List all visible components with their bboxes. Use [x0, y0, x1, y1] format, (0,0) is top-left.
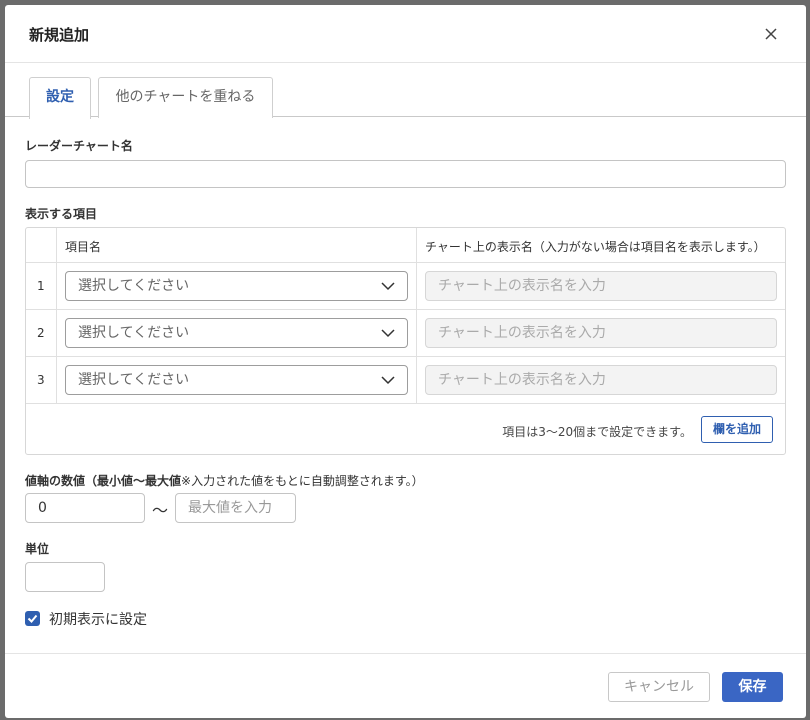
tab-overlay-chart[interactable]: 他のチャートを重ねる: [98, 77, 273, 118]
items-table: 項目名 チャート上の表示名（入力がない場合は項目名を表示します。） 1 選択して…: [25, 227, 786, 455]
modal-footer: キャンセル 保存: [5, 653, 806, 718]
unit-label: 単位: [25, 542, 50, 556]
item-select-value: 選択してください: [78, 372, 190, 388]
cancel-button[interactable]: キャンセル: [608, 672, 710, 702]
item-select[interactable]: 選択してください: [65, 318, 408, 348]
table-row: 2 選択してください チャート上の表示名を入力: [26, 310, 785, 357]
row-number: 1: [37, 279, 45, 293]
min-value-input[interactable]: [25, 493, 145, 523]
display-name-input[interactable]: チャート上の表示名を入力: [425, 271, 777, 301]
check-icon: [27, 614, 38, 623]
item-select[interactable]: 選択してください: [65, 365, 408, 395]
default-display-label: 初期表示に設定: [49, 612, 147, 628]
max-value-input[interactable]: [175, 493, 296, 523]
radar-name-input[interactable]: [25, 160, 786, 188]
items-table-header: 項目名 チャート上の表示名（入力がない場合は項目名を表示します。）: [26, 228, 785, 263]
axis-range-label: 値軸の数値（最小値〜最大値※入力された値をもとに自動調整されます。）: [25, 472, 424, 489]
display-name-input[interactable]: チャート上の表示名を入力: [425, 365, 777, 395]
axis-range-label-note: ※入力された値をもとに自動調整されます。）: [181, 474, 424, 488]
row-number: 2: [37, 326, 45, 340]
row-number: 3: [37, 373, 45, 387]
modal-header: 新規追加: [5, 5, 806, 63]
add-column-button[interactable]: 欄を追加: [701, 416, 773, 443]
chevron-down-icon: [381, 329, 395, 338]
tab-bar: 設定 他のチャートを重ねる: [5, 63, 806, 119]
items-label: 表示する項目: [25, 207, 98, 221]
item-select[interactable]: 選択してください: [65, 271, 408, 301]
display-name-input[interactable]: チャート上の表示名を入力: [425, 318, 777, 348]
add-new-modal: 新規追加 設定 他のチャートを重ねる レーダーチャート名 表示する項目 項目名 …: [5, 5, 806, 718]
radar-name-label: レーダーチャート名: [25, 139, 133, 153]
chevron-down-icon: [381, 282, 395, 291]
column-header-display: チャート上の表示名（入力がない場合は項目名を表示します。）: [425, 240, 766, 254]
item-select-value: 選択してください: [78, 278, 190, 294]
table-row: 3 選択してください チャート上の表示名を入力: [26, 357, 785, 404]
close-icon[interactable]: [762, 25, 780, 43]
item-select-value: 選択してください: [78, 325, 190, 341]
axis-range-label-main: 値軸の数値（最小値〜最大値: [25, 474, 182, 488]
column-header-item: 項目名: [65, 240, 102, 254]
modal-title: 新規追加: [29, 26, 90, 44]
table-row: 1 選択してください チャート上の表示名を入力: [26, 263, 785, 310]
save-button[interactable]: 保存: [722, 672, 783, 702]
items-limit-note: 項目は3〜20個まで設定できます。: [502, 425, 692, 439]
tab-settings[interactable]: 設定: [29, 77, 91, 119]
chevron-down-icon: [381, 376, 395, 385]
unit-input[interactable]: [25, 562, 105, 592]
default-display-checkbox[interactable]: [25, 611, 40, 626]
range-separator: 〜: [152, 501, 169, 520]
